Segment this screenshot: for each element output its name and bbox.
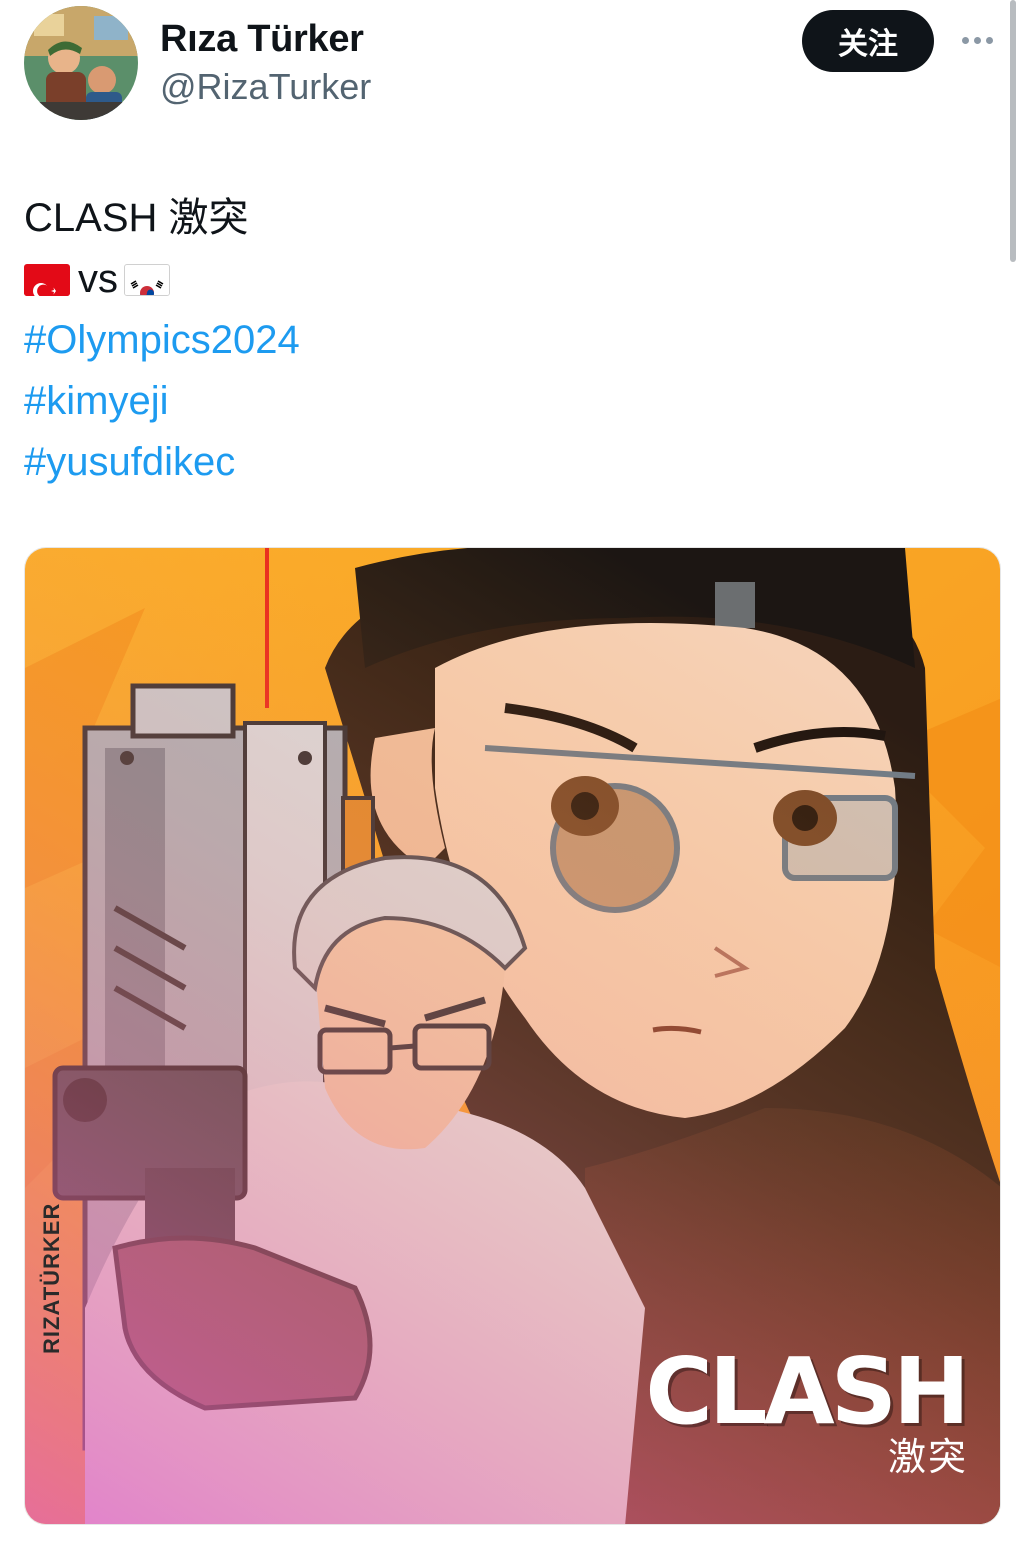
hashtag-kimyeji[interactable]: #kimyeji (24, 371, 300, 432)
author-name[interactable]: Rıza Türker (160, 18, 364, 61)
artwork-subtitle: 激突 (887, 1435, 968, 1479)
tweet-versus-line: vs (24, 249, 300, 310)
versus-text: vs (78, 257, 118, 301)
scrollbar[interactable] (1010, 0, 1016, 262)
more-horizontal-icon-dot (973, 36, 981, 44)
flag-turkey-icon (24, 263, 70, 296)
tweet-title-line: CLASH 激突 (24, 188, 300, 249)
hashtag-yusufdikec[interactable]: #yusufdikec (24, 432, 300, 493)
more-horizontal-icon-dot (985, 36, 993, 44)
tweet-title: CLASH 激突 (24, 196, 249, 240)
hashtag-link[interactable]: #Olympics2024 (24, 310, 300, 371)
flag-south-korea-icon (124, 263, 170, 296)
artist-signature: RIZATÜRKER (39, 1202, 64, 1354)
follow-button[interactable]: 关注 (802, 10, 934, 72)
tweet-page: Rıza Türker @RizaTurker 关注 CLASH 激突 vs #… (0, 0, 1024, 1552)
more-horizontal-icon (961, 36, 969, 44)
hashtag-link[interactable]: #yusufdikec (24, 432, 235, 493)
tweet-text: CLASH 激突 vs #Olympics2024 #kimyeji #yusu… (24, 188, 300, 493)
more-options-button[interactable] (952, 22, 1002, 58)
author-avatar[interactable] (24, 6, 138, 120)
tweet-image[interactable]: CLASH 激突 RIZATÜRKER (24, 547, 1001, 1525)
hashtag-link[interactable]: #kimyeji (24, 371, 168, 432)
hashtag-olympics2024[interactable]: #Olympics2024 (24, 310, 300, 371)
author-handle[interactable]: @RizaTurker (160, 66, 371, 108)
